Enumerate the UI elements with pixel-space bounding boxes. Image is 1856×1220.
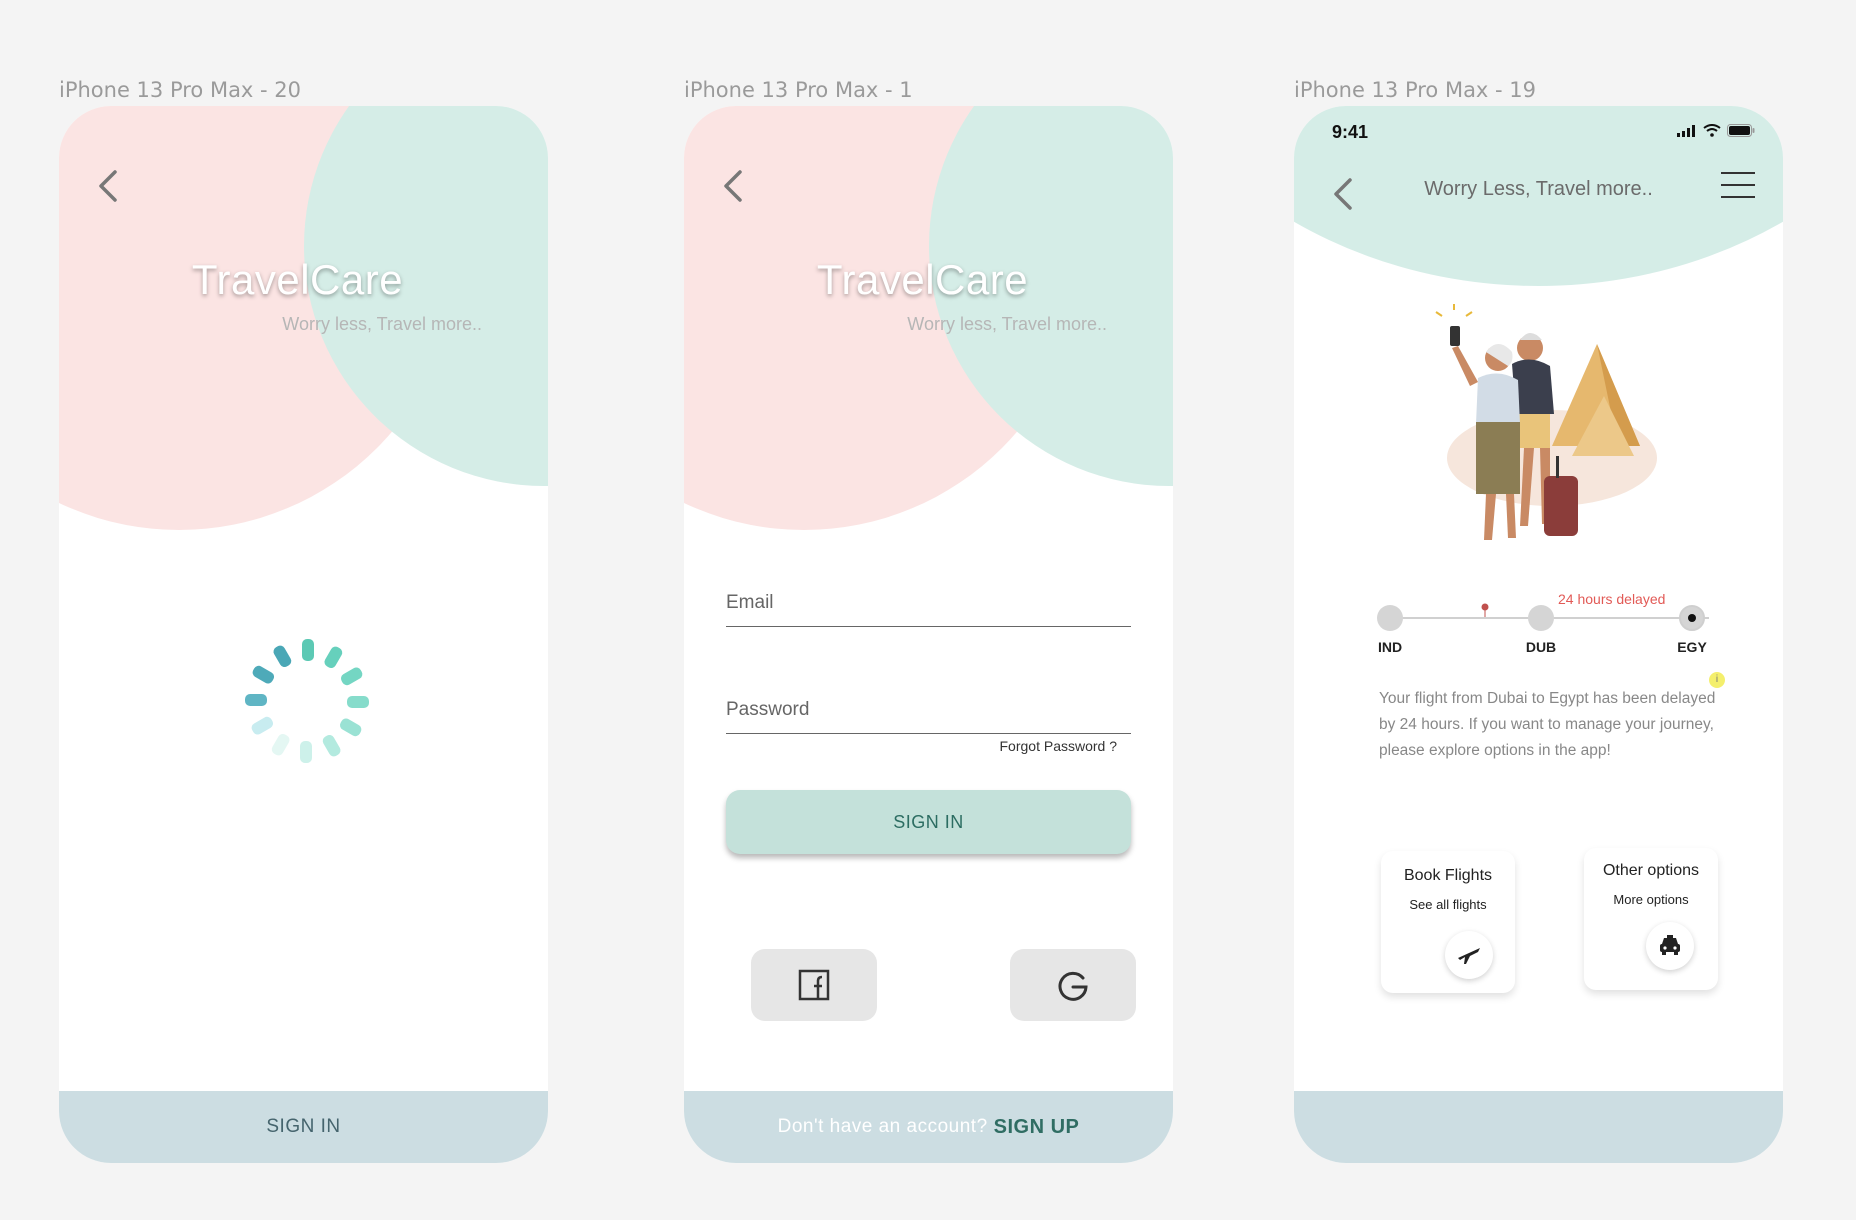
- back-arrow-icon[interactable]: [89, 166, 129, 206]
- footer-signin-button[interactable]: SIGN IN: [59, 1091, 548, 1163]
- status-time: 9:41: [1332, 122, 1369, 142]
- password-placeholder: Password: [726, 699, 810, 720]
- delay-label: 24 hours delayed: [1558, 591, 1666, 607]
- travel-couple-illustration: [1435, 304, 1657, 540]
- signup-link[interactable]: SIGN UP: [994, 1116, 1080, 1139]
- back-arrow-icon[interactable]: [714, 166, 754, 206]
- signin-button[interactable]: SIGN IN: [726, 790, 1131, 854]
- brand-tagline: Worry less, Travel more..: [907, 314, 1107, 334]
- spinner-segment: [251, 716, 274, 735]
- email-field[interactable]: Email: [726, 583, 1131, 627]
- login-screen: TravelCare Worry less, Travel more.. Ema…: [684, 106, 1173, 1163]
- brand-tagline: Worry less, Travel more..: [282, 314, 482, 334]
- spinner-segment: [347, 696, 369, 708]
- signal-icon: [1677, 124, 1695, 137]
- spinner-segment: [339, 718, 362, 737]
- forgot-password-link[interactable]: Forgot Password ?: [1000, 738, 1118, 754]
- book-flights-card[interactable]: Book Flights See all flights: [1381, 851, 1515, 993]
- card-icon-button[interactable]: [1445, 931, 1493, 979]
- signup-footer: Don't have an account? SIGN UP: [684, 1091, 1173, 1163]
- email-placeholder: Email: [726, 592, 774, 613]
- google-button[interactable]: [1010, 949, 1136, 1021]
- frame-label-dashboard: iPhone 13 Pro Max - 19: [1294, 78, 1537, 102]
- stop-label-ind: IND: [1377, 639, 1403, 655]
- loading-screen: TravelCare Worry less, Travel more.. SIG…: [59, 106, 548, 1163]
- brand-title: TravelCare: [191, 256, 404, 303]
- dashboard-title: Worry Less, Travel more..: [1424, 178, 1653, 200]
- dashboard-screen: 9:41 Worry Less, Travel more.. 24 hours …: [1294, 106, 1783, 1163]
- password-field[interactable]: Password: [726, 690, 1131, 734]
- hamburger-menu-icon[interactable]: [1721, 172, 1755, 202]
- card-subtitle: More options: [1613, 892, 1689, 907]
- flight-timeline: 24 hours delayed IND DUB EGY: [1377, 591, 1719, 655]
- frame-label-loading: iPhone 13 Pro Max - 20: [59, 78, 302, 102]
- google-icon: [1058, 971, 1088, 1001]
- spinner-segment: [271, 733, 290, 756]
- taxi-icon: [1660, 935, 1680, 955]
- stop-node-dub: [1528, 605, 1554, 631]
- facebook-icon: [798, 969, 830, 1001]
- spinner-segment: [322, 734, 341, 757]
- spinner-segment: [302, 639, 314, 661]
- battery-icon: [1727, 124, 1755, 137]
- spinner-segment: [245, 694, 267, 706]
- brand-title: TravelCare: [816, 256, 1029, 303]
- stop-node-egy: [1679, 605, 1705, 631]
- card-subtitle: See all flights: [1409, 897, 1487, 912]
- spinner-segment: [273, 645, 292, 668]
- stop-node-ind: [1377, 605, 1403, 631]
- frame-label-login: iPhone 13 Pro Max - 1: [684, 78, 913, 102]
- delay-message: Your flight from Dubai to Egypt has been…: [1379, 690, 1716, 759]
- signin-button-label: SIGN IN: [893, 811, 964, 832]
- facebook-button[interactable]: [751, 949, 877, 1021]
- spinner-segment: [252, 665, 275, 684]
- footer-signin-label: SIGN IN: [266, 1116, 341, 1137]
- signup-prompt: Don't have an account?: [777, 1116, 988, 1137]
- location-pin-icon: [1481, 603, 1489, 617]
- spinner-segment: [340, 667, 363, 686]
- spinner-segment: [324, 646, 343, 669]
- card-title: Book Flights: [1403, 867, 1493, 884]
- other-options-card[interactable]: Other options More options: [1584, 848, 1718, 990]
- wifi-icon: [1703, 124, 1721, 137]
- dashboard-footer: [1294, 1091, 1783, 1163]
- stop-label-egy: EGY: [1677, 639, 1707, 655]
- card-icon-button[interactable]: [1646, 922, 1694, 970]
- loading-spinner-icon: [245, 639, 369, 763]
- stop-label-dub: DUB: [1525, 639, 1557, 655]
- card-title: Other options: [1602, 862, 1700, 879]
- plane-icon: [1458, 948, 1480, 964]
- status-bar-icons: [1677, 124, 1755, 137]
- spinner-segment: [300, 741, 312, 763]
